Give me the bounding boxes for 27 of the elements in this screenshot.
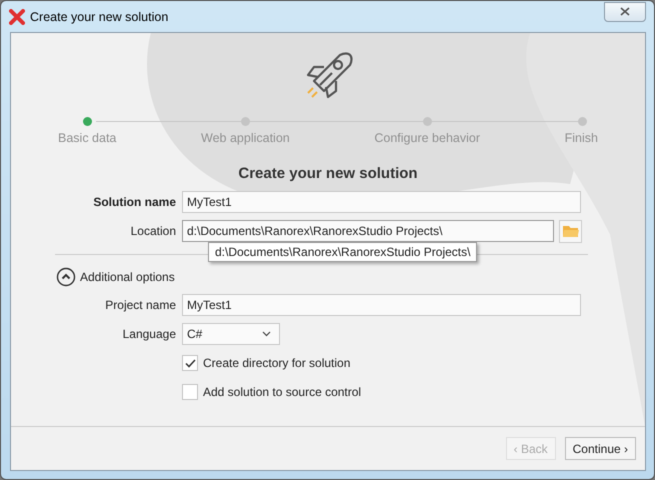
check-icon: [184, 358, 196, 368]
checkbox-option[interactable]: Create directory for solution: [182, 355, 350, 371]
step-label: Web application: [201, 131, 290, 145]
location-field[interactable]: d:\Documents\Ranorex\RanorexStudio Projects\: [182, 220, 554, 242]
field-label: Project name: [104, 298, 176, 312]
field-label: Language: [122, 327, 176, 341]
close-button[interactable]: [604, 2, 646, 22]
close-icon: [620, 7, 630, 16]
field-label: Solution name: [92, 195, 176, 209]
dialog-heading: Create your new solution: [238, 165, 418, 182]
language-dropdown[interactable]: C#: [182, 323, 280, 345]
app-logo-icon: [9, 8, 25, 24]
step-label: Configure behavior: [374, 131, 480, 145]
checkbox[interactable]: [182, 355, 198, 371]
chevron-icon: [262, 331, 271, 337]
checkbox[interactable]: [182, 384, 198, 400]
checkbox-option[interactable]: Add solution to source control: [182, 384, 362, 400]
additional-options-toggle[interactable]: Additional options: [56, 266, 175, 288]
footer-button[interactable]: Continue ›: [564, 437, 636, 460]
step-label: Finish: [564, 131, 598, 145]
field-label: Location: [130, 224, 176, 238]
text-field[interactable]: MyTest1: [182, 191, 581, 213]
text-field[interactable]: MyTest1: [182, 294, 581, 316]
step-label: Basic data: [58, 131, 116, 145]
folder-icon: [562, 224, 578, 238]
window-title: Create your new solution: [30, 10, 170, 24]
tooltip: d:\Documents\Ranorex\RanorexStudio Projects\: [208, 242, 478, 262]
